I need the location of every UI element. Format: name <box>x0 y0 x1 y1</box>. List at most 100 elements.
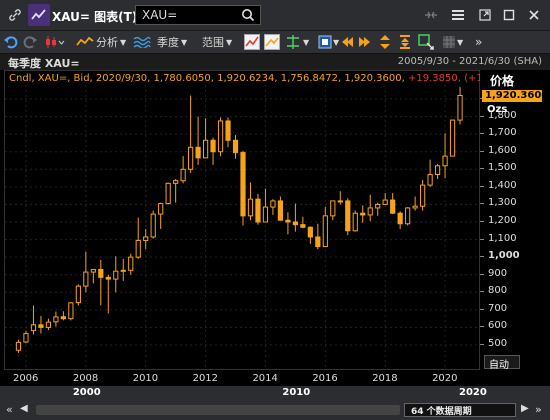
candle-body <box>255 198 261 223</box>
auto-label: 自动 <box>489 360 509 371</box>
candle <box>105 274 111 314</box>
auto-scale-button[interactable]: 自动 <box>484 355 520 371</box>
price-label: 价格 <box>490 74 515 88</box>
chart-header: 每季度 XAU= 2005/9/30 - 2021/6/30 (SHA) <box>0 54 550 70</box>
undo-icon[interactable] <box>3 33 19 51</box>
scroll-last-icon[interactable]: » <box>535 403 542 416</box>
candle <box>330 200 336 221</box>
candle-body <box>330 200 336 217</box>
candle-body <box>60 316 66 320</box>
y-tick-mark <box>480 273 484 275</box>
reset-zoom-icon[interactable] <box>418 33 434 51</box>
candle-body <box>240 152 246 217</box>
search-icon[interactable] <box>241 7 255 26</box>
candle <box>180 156 186 184</box>
range-menu[interactable]: 范围 ▼ <box>202 33 232 51</box>
x-major-label: 2000 <box>72 387 101 398</box>
candle-body <box>247 198 254 217</box>
scroll-track[interactable] <box>36 405 400 415</box>
window-titlebar: XAU= 图表(T) <box>0 0 550 31</box>
analysis-label: 分析 <box>96 36 118 49</box>
y-tick-mark <box>480 256 484 258</box>
chart-date-range: 2005/9/30 - 2021/6/30 (SHA) <box>397 56 542 67</box>
candle <box>90 268 96 284</box>
candle-body <box>292 221 298 226</box>
candle <box>217 117 224 157</box>
candle <box>225 117 231 148</box>
candle <box>98 259 104 306</box>
candle <box>195 116 201 165</box>
y-tick-mark <box>480 291 484 293</box>
candle <box>45 318 52 331</box>
candle <box>352 210 358 232</box>
link-icon[interactable] <box>4 4 26 26</box>
chart-scrollbar[interactable]: « ◀ 64 个数据周期 ▶ » <box>0 400 550 420</box>
zoom-fit-icon[interactable] <box>398 33 412 51</box>
crosshair-icon[interactable]: ▼ <box>284 33 309 51</box>
line-chart-icon[interactable] <box>244 33 260 51</box>
maximize-icon[interactable] <box>498 4 520 26</box>
candle <box>434 164 441 179</box>
candle-body <box>300 224 306 228</box>
candle-body <box>360 212 366 216</box>
chart-series-label: 每季度 XAU= <box>8 57 80 70</box>
y-tick-mark <box>480 326 484 328</box>
grid-menu-icon[interactable]: ▼ <box>442 33 463 51</box>
candle-body <box>135 239 141 258</box>
candle-body <box>307 226 313 238</box>
split-view-icon[interactable] <box>420 4 442 26</box>
scroll-next-icon[interactable]: ▶ <box>521 403 529 414</box>
candle <box>38 316 44 334</box>
scroll-right-icon[interactable] <box>358 33 372 51</box>
candle-body <box>15 341 22 351</box>
candle <box>277 196 284 221</box>
more-icon[interactable]: » <box>475 33 482 51</box>
candle <box>135 217 141 259</box>
candle <box>23 330 29 344</box>
candle <box>397 211 403 230</box>
trend-chart-icon[interactable] <box>264 33 280 51</box>
chart-toolbar: 分析 ▼ 季度 ▼ 范围 ▼ ▼ ▼ ▼ » <box>0 31 550 54</box>
search-box[interactable] <box>135 5 261 25</box>
candle <box>360 205 366 223</box>
candle-body <box>150 213 156 238</box>
y-tick-mark <box>480 221 484 222</box>
candle <box>165 182 171 205</box>
candle-body <box>337 200 343 203</box>
y-axis-panel[interactable]: 价格 500 600 700 800 900 1,000 1,100 1,200 1,300 1,… <box>480 70 550 371</box>
x-major-label: 2020 <box>459 387 487 398</box>
close-icon[interactable] <box>523 4 545 26</box>
candle <box>390 193 396 215</box>
square-select-icon[interactable]: ▼ <box>318 33 339 51</box>
y-tick-mark <box>480 308 484 310</box>
candle-body <box>345 200 351 232</box>
period-count[interactable]: 64 个数据周期 <box>404 403 516 417</box>
chart-plot-area[interactable]: Cndl, XAU=, Bid, 2020/9/30, 1,780.6050, … <box>4 70 512 370</box>
scroll-prev-icon[interactable]: ◀ <box>20 403 28 414</box>
scroll-first-icon[interactable]: « <box>6 403 13 416</box>
period-menu[interactable]: 季度 ▼ <box>133 33 187 51</box>
menu-icon[interactable] <box>447 4 469 26</box>
y-tick-mark <box>480 168 484 170</box>
chevron-down-icon: ▼ <box>181 37 188 47</box>
candle <box>405 207 411 226</box>
scroll-left-icon[interactable] <box>340 33 354 51</box>
chevron-down-icon: ▼ <box>303 37 310 47</box>
candle-body <box>165 182 171 205</box>
analysis-menu[interactable]: 分析 ▼ <box>76 33 126 51</box>
candle <box>307 226 313 244</box>
candle-body <box>38 324 44 328</box>
chevron-down-icon: ▼ <box>120 37 127 47</box>
zoom-vertical-icon[interactable] <box>378 33 392 51</box>
x-tick-label: 2008 <box>72 373 99 384</box>
search-input[interactable] <box>136 6 242 24</box>
candle <box>128 253 134 275</box>
redo-icon[interactable] <box>22 33 38 51</box>
candle <box>442 133 448 179</box>
candle <box>15 339 22 353</box>
x-tick-label: 2018 <box>372 373 398 384</box>
candle <box>150 210 156 239</box>
candle-body <box>375 203 381 209</box>
candle-type-icon[interactable] <box>44 33 66 51</box>
popout-icon[interactable] <box>474 4 496 26</box>
